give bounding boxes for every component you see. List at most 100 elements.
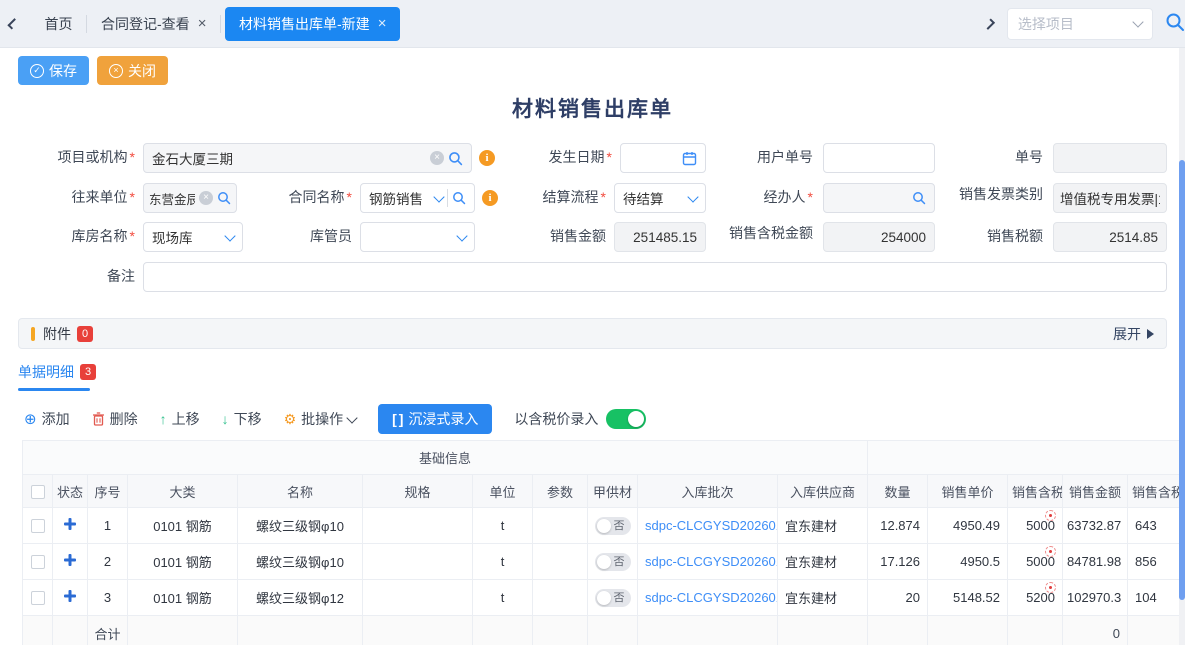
row-supplied-cell[interactable]: 否 <box>588 508 638 544</box>
tab-contract-view[interactable]: 合同登记-查看 × <box>87 7 220 41</box>
batch-ops-button[interactable]: ⚙ 批操作 <box>284 409 357 429</box>
project-select-placeholder: 选择项目 <box>1018 14 1134 34</box>
add-row-button[interactable]: ⊕ 添加 <box>24 409 70 429</box>
search-icon[interactable] <box>1165 12 1185 35</box>
checkbox-icon[interactable] <box>31 555 45 569</box>
row-name[interactable]: 螺纹三级钢φ10 <box>238 508 363 544</box>
row-batch-cell[interactable]: sdpc-CLCGYSD2026010 <box>638 580 778 616</box>
row-name[interactable]: 螺纹三级钢φ12 <box>238 580 363 616</box>
clear-icon[interactable]: × <box>430 151 444 165</box>
tax-entry-toggle[interactable] <box>606 409 646 429</box>
counterparty-field[interactable]: 东营金辰建 × <box>143 183 237 213</box>
warehouse-select[interactable]: 现场库 <box>143 222 243 252</box>
delete-row-button[interactable]: 删除 <box>92 409 138 429</box>
project-select[interactable]: 选择项目 <box>1007 8 1153 40</box>
total-empty-cell <box>588 616 638 645</box>
sale-amount-field: 251485.15 <box>614 222 706 252</box>
batch-link[interactable]: sdpc-CLCGYSD2026010 <box>645 590 778 605</box>
contract-field[interactable]: 钢筋销售 <box>360 183 475 213</box>
page-title: 材料销售出库单 <box>0 93 1185 123</box>
immersive-entry-button[interactable]: 沉浸式录入 <box>378 404 492 434</box>
expand-button[interactable]: 展开 <box>1113 324 1154 344</box>
chevron-down-icon <box>456 230 467 241</box>
row-supplied-cell[interactable]: 否 <box>588 544 638 580</box>
close-icon[interactable]: × <box>198 16 207 31</box>
info-icon[interactable]: i <box>482 190 498 206</box>
row-status-cell[interactable] <box>53 544 88 580</box>
tab-home[interactable]: 首页 <box>30 7 86 41</box>
tab-detail[interactable]: 单据明细 3 <box>18 362 96 382</box>
checkbox-icon[interactable] <box>31 519 45 533</box>
total-empty-cell <box>53 616 88 645</box>
row-spec[interactable] <box>363 508 473 544</box>
row-price[interactable]: 5148.52 <box>928 580 1008 616</box>
row-tax-price-cell[interactable]: 5000 <box>1008 544 1063 580</box>
batch-link[interactable]: sdpc-CLCGYSD2026010 <box>645 554 778 569</box>
clear-icon[interactable]: × <box>199 191 213 205</box>
row-tax-price-cell[interactable]: 5200 <box>1008 580 1063 616</box>
remark-label: 备注 <box>0 268 135 285</box>
select-all-checkbox-cell[interactable] <box>23 475 53 508</box>
row-spec[interactable] <box>363 580 473 616</box>
row-category[interactable]: 0101 钢筋 <box>128 544 238 580</box>
supplied-toggle[interactable]: 否 <box>595 553 631 571</box>
row-batch-cell[interactable]: sdpc-CLCGYSD2026010 <box>638 508 778 544</box>
tab-material-sales-new[interactable]: 材料销售出库单-新建 × <box>225 7 400 41</box>
settlement-select[interactable]: 待结算 <box>614 183 706 213</box>
close-icon[interactable]: × <box>378 16 387 31</box>
row-checkbox-cell[interactable] <box>23 580 53 616</box>
move-down-button[interactable]: ↓ 下移 <box>222 409 262 429</box>
table-row: 2 0101 钢筋 螺纹三级钢φ10 t 否 sdpc-CLCGYSD20260… <box>23 544 1185 580</box>
search-icon[interactable] <box>452 191 466 205</box>
search-icon[interactable] <box>217 191 231 205</box>
row-spec[interactable] <box>363 544 473 580</box>
row-price[interactable]: 4950.5 <box>928 544 1008 580</box>
close-button[interactable]: × 关闭 <box>97 56 168 85</box>
attachment-marker-icon <box>31 327 35 341</box>
row-price[interactable]: 4950.49 <box>928 508 1008 544</box>
chevron-down-icon[interactable] <box>433 191 444 202</box>
supplied-toggle[interactable]: 否 <box>595 589 631 607</box>
checkbox-icon[interactable] <box>31 591 45 605</box>
row-checkbox-cell[interactable] <box>23 508 53 544</box>
row-status-cell[interactable] <box>53 580 88 616</box>
row-category[interactable]: 0101 钢筋 <box>128 580 238 616</box>
date-field[interactable] <box>620 143 706 173</box>
col-price: 销售单价 <box>928 475 1008 508</box>
search-icon[interactable] <box>912 191 926 205</box>
row-param[interactable] <box>533 544 588 580</box>
save-button[interactable]: ✓ 保存 <box>18 56 89 85</box>
row-qty[interactable]: 20 <box>868 580 928 616</box>
row-batch-cell[interactable]: sdpc-CLCGYSD2026010 <box>638 544 778 580</box>
chevron-down-icon <box>687 191 698 202</box>
project-field[interactable]: 金石大厦三期 × <box>143 143 472 173</box>
info-icon[interactable]: i <box>479 150 495 166</box>
supplied-toggle[interactable]: 否 <box>595 517 631 535</box>
row-qty[interactable]: 17.126 <box>868 544 928 580</box>
attachments-bar[interactable]: 附件 0 展开 <box>18 318 1167 349</box>
row-qty[interactable]: 12.874 <box>868 508 928 544</box>
nav-forward-icon[interactable] <box>984 18 996 30</box>
remark-field[interactable] <box>143 262 1167 292</box>
row-category[interactable]: 0101 钢筋 <box>128 508 238 544</box>
handler-field[interactable] <box>823 183 935 213</box>
row-param[interactable] <box>533 580 588 616</box>
warehouse-keeper-select[interactable] <box>360 222 475 252</box>
row-name[interactable]: 螺纹三级钢φ10 <box>238 544 363 580</box>
nav-back-icon[interactable] <box>7 18 19 30</box>
batch-link[interactable]: sdpc-CLCGYSD2026010 <box>645 518 778 533</box>
checkbox-icon[interactable] <box>31 485 45 499</box>
row-checkbox-cell[interactable] <box>23 544 53 580</box>
row-status-cell[interactable] <box>53 508 88 544</box>
row-supplied-cell[interactable]: 否 <box>588 580 638 616</box>
vertical-scrollbar[interactable] <box>1179 48 1185 645</box>
calendar-icon[interactable] <box>682 151 697 166</box>
delete-row-label: 删除 <box>110 409 138 429</box>
scrollbar-thumb[interactable] <box>1179 160 1185 600</box>
date-label: 发生日期 <box>500 149 612 166</box>
search-icon[interactable] <box>448 151 463 166</box>
move-up-button[interactable]: ↑ 上移 <box>160 409 200 429</box>
row-param[interactable] <box>533 508 588 544</box>
user-no-field[interactable] <box>823 143 935 173</box>
row-tax-price-cell[interactable]: 5000 <box>1008 508 1063 544</box>
